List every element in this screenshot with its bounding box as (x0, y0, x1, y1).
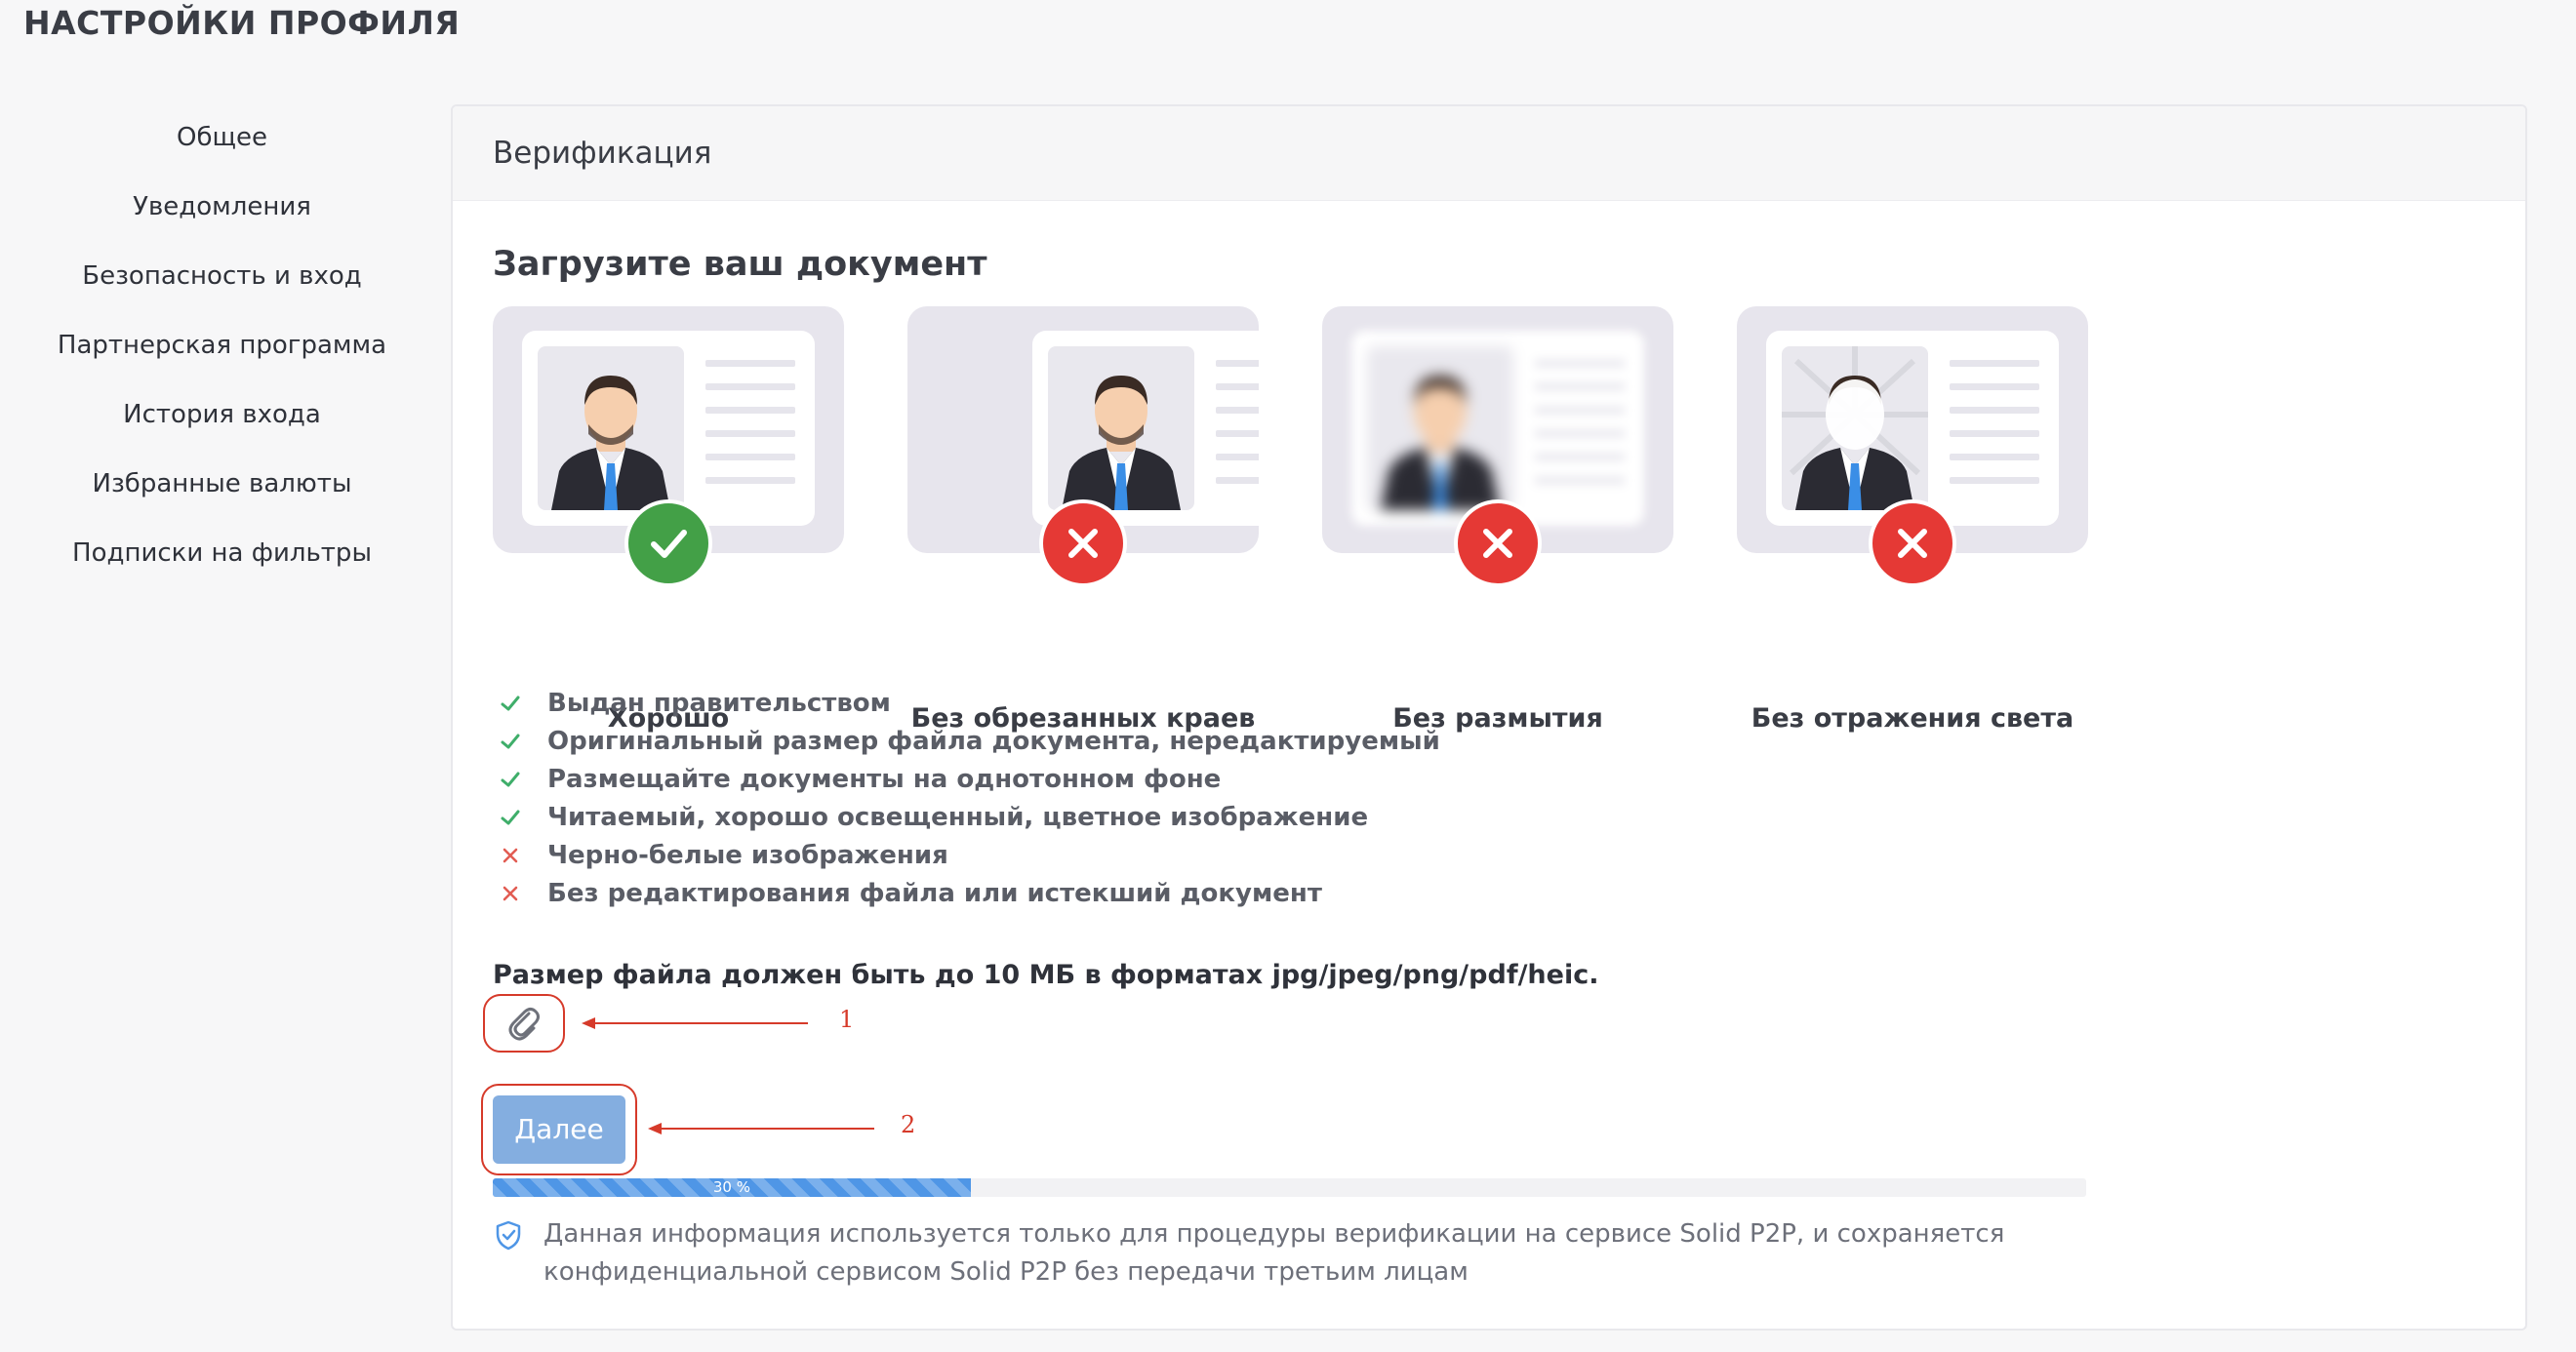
requirement-text: Оригинальный размер файла документа, нер… (547, 726, 1440, 756)
progress-bar: 30 % (493, 1178, 2086, 1197)
person-photo-icon (1782, 346, 1928, 510)
status-good-badge (624, 499, 712, 587)
person-photo-icon (1048, 346, 1194, 510)
next-button[interactable]: Далее (493, 1095, 625, 1164)
status-bad-badge (1454, 499, 1542, 587)
sidebar-item-filter-subscriptions[interactable]: Подписки на фильтры (0, 528, 444, 597)
person-photo-icon (1367, 346, 1513, 510)
sidebar: Общее Уведомления Безопасность и вход Па… (0, 112, 444, 597)
cross-icon (1068, 529, 1098, 558)
shield-check-icon (493, 1219, 524, 1251)
requirement-text: Размещайте документы на однотонном фоне (547, 764, 1222, 794)
requirement-text: Читаемый, хорошо освещенный, цветное изо… (547, 802, 1369, 832)
upload-title: Загрузите ваш документ (493, 245, 987, 284)
list-item: Размещайте документы на однотонном фоне (498, 760, 1440, 798)
cross-icon (1898, 529, 1927, 558)
list-item: Оригинальный размер файла документа, нер… (498, 722, 1440, 760)
sidebar-item-favorite-currencies[interactable]: Избранные валюты (0, 458, 444, 528)
check-icon (498, 729, 523, 754)
privacy-text: Данная информация используется только дл… (543, 1219, 2005, 1287)
requirement-text: Без редактирования файла или истекший до… (547, 878, 1322, 908)
sidebar-item-notifications[interactable]: Уведомления (0, 181, 444, 251)
status-bad-badge (1869, 499, 1956, 587)
annotation-marker-2: 2 (901, 1111, 916, 1138)
next-button-highlight: Далее (481, 1084, 637, 1175)
check-icon (651, 530, 687, 558)
sidebar-item-security[interactable]: Безопасность и вход (0, 251, 444, 320)
cross-icon (498, 843, 523, 868)
paperclip-icon (508, 1008, 540, 1041)
privacy-note: Данная информация используется только дл… (493, 1215, 2152, 1292)
list-item: Черно-белые изображения (498, 836, 1440, 874)
attach-file-button[interactable] (483, 994, 565, 1053)
list-item: Выдан правительством (498, 684, 1440, 722)
cross-icon (1483, 529, 1512, 558)
annotation-marker-1: 1 (839, 1006, 855, 1033)
check-icon (498, 805, 523, 830)
page-title: НАСТРОЙКИ ПРОФИЛЯ (23, 4, 461, 42)
file-size-note: Размер файла должен быть до 10 МБ в форм… (493, 960, 1599, 990)
status-bad-badge (1039, 499, 1127, 587)
list-item: Читаемый, хорошо освещенный, цветное изо… (498, 798, 1440, 836)
sidebar-item-general[interactable]: Общее (0, 112, 444, 181)
cross-icon (498, 881, 523, 906)
requirement-text: Черно-белые изображения (547, 840, 948, 870)
sidebar-item-login-history[interactable]: История входа (0, 389, 444, 458)
person-photo-icon (538, 346, 684, 510)
annotation-arrow-1 (582, 1017, 808, 1029)
requirement-text: Выдан правительством (547, 688, 891, 718)
document-examples: Хорошо Без обрезанных краев Без размытия… (493, 306, 2152, 745)
requirements-list: Выдан правительством Оригинальный размер… (498, 684, 1440, 912)
panel-header: Верификация (453, 106, 2525, 201)
progress-label: 30 % (712, 1178, 750, 1196)
check-icon (498, 691, 523, 716)
sidebar-item-partner-program[interactable]: Партнерская программа (0, 320, 444, 389)
annotation-arrow-2 (648, 1123, 874, 1134)
verification-panel: Верификация Загрузите ваш документ Хорош… (451, 104, 2527, 1331)
list-item: Без редактирования файла или истекший до… (498, 874, 1440, 912)
check-icon (498, 767, 523, 792)
example-label: Без отражения света (1751, 703, 2074, 734)
